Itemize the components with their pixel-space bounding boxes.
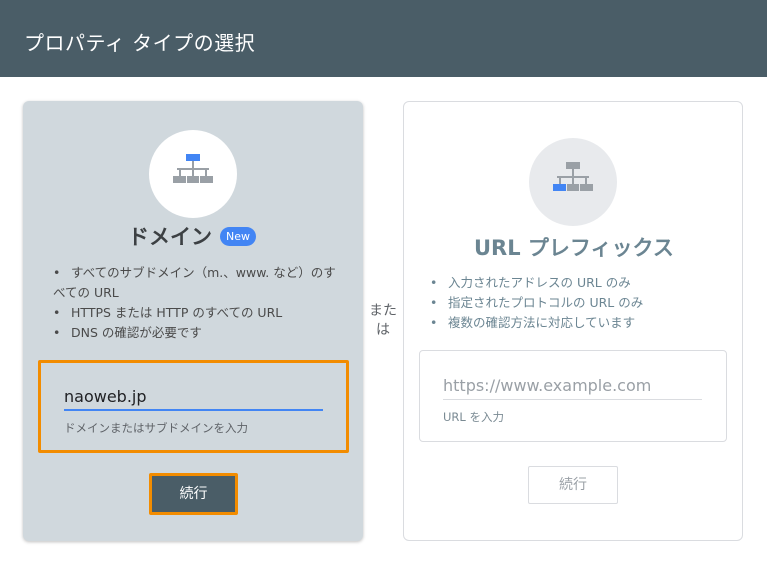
list-item: 入力されたアドレスの URL のみ — [430, 273, 730, 293]
domain-property-card[interactable]: ドメイン New すべてのサブドメイン（m.、www. など）のすべての URL … — [23, 101, 363, 541]
domain-continue-button[interactable]: 続行 — [149, 473, 238, 515]
domain-input-underline — [64, 409, 323, 411]
domain-title-text: ドメイン — [128, 225, 212, 249]
url-input-helper: URL を入力 — [443, 410, 504, 424]
url-input[interactable]: https://www.example.com — [443, 376, 651, 395]
list-item: HTTPS または HTTP のすべての URL — [53, 303, 343, 323]
url-input-area[interactable]: https://www.example.com URL を入力 — [419, 350, 727, 442]
url-feature-list: 入力されたアドレスの URL のみ 指定されたプロトコルの URL のみ 複数の… — [430, 273, 730, 333]
sitemap-icon — [173, 154, 213, 183]
url-continue-button[interactable]: 続行 — [528, 466, 618, 504]
url-input-underline — [443, 399, 702, 400]
or-separator-text: また は — [369, 303, 397, 338]
url-card-title: URL プレフィックス — [474, 236, 674, 260]
domain-input-helper: ドメインまたはサブドメインを入力 — [64, 421, 248, 435]
list-item: 複数の確認方法に対応しています — [430, 313, 730, 333]
domain-input-area[interactable]: naoweb.jp ドメインまたはサブドメインを入力 — [38, 360, 349, 453]
url-icon-circle — [529, 138, 617, 226]
dialog-title: プロパティ タイプの選択 — [24, 31, 256, 55]
list-item: 指定されたプロトコルの URL のみ — [430, 293, 730, 313]
domain-input[interactable]: naoweb.jp — [64, 387, 147, 406]
or-separator: また は — [368, 302, 398, 340]
list-item: すべてのサブドメイン（m.、www. など）のすべての URL — [53, 263, 343, 303]
dialog-header: プロパティ タイプの選択 — [0, 0, 767, 77]
sitemap-icon — [553, 162, 593, 191]
domain-card-title: ドメイン New — [128, 221, 256, 251]
url-prefix-property-card[interactable]: URL プレフィックス 入力されたアドレスの URL のみ 指定されたプロトコル… — [403, 101, 743, 541]
list-item: DNS の確認が必要です — [53, 323, 343, 343]
new-badge: New — [220, 227, 256, 246]
domain-feature-list: すべてのサブドメイン（m.、www. など）のすべての URL HTTPS また… — [53, 263, 343, 343]
domain-icon-circle — [149, 130, 237, 218]
